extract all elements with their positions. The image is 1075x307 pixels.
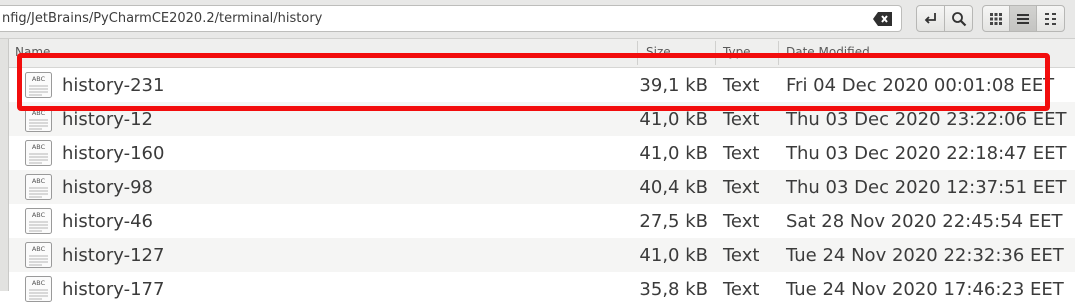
search-icon: [951, 11, 966, 26]
column-date-header[interactable]: Date Modified: [786, 45, 870, 61]
sidebar-edge: [0, 39, 9, 291]
file-date: Fri 04 Dec 2020 00:01:08 EET: [786, 75, 1055, 96]
text-file-icon: ABC: [24, 173, 53, 201]
location-bar[interactable]: nfig/JetBrains/PyCharmCE2020.2/terminal/…: [0, 5, 902, 32]
file-type: Text: [723, 279, 760, 300]
file-date: Thu 03 Dec 2020 23:22:06 EET: [786, 109, 1067, 130]
toolbar: nfig/JetBrains/PyCharmCE2020.2/terminal/…: [0, 0, 1075, 39]
column-divider: [778, 41, 779, 65]
file-name: history-98: [62, 177, 153, 198]
file-date: Tue 24 Nov 2020 22:32:36 EET: [786, 245, 1064, 266]
file-type: Text: [723, 109, 760, 130]
file-name: history-177: [62, 279, 165, 300]
file-size: 41,0 kB: [639, 109, 708, 130]
file-row[interactable]: ABC history-160 41,0 kB Text Thu 03 Dec 2020…: [9, 136, 1075, 170]
file-name: history-46: [62, 211, 153, 232]
file-type: Text: [723, 143, 760, 164]
column-type-header[interactable]: Type: [723, 45, 751, 61]
icon-label: ABC: [32, 245, 46, 253]
grid-icon: [990, 12, 1002, 25]
compact-view-button[interactable]: [1036, 5, 1065, 32]
icon-label: ABC: [32, 177, 46, 185]
column-divider: [715, 41, 716, 65]
toggle-location-button[interactable]: [916, 5, 945, 32]
text-file-icon: ABC: [24, 241, 53, 269]
location-icon: [924, 12, 936, 24]
text-file-icon: ABC: [24, 207, 53, 235]
file-row[interactable]: ABC history-177 35,8 kB Text Tue 24 Nov 2020…: [9, 272, 1075, 306]
file-size: 39,1 kB: [639, 75, 708, 96]
file-name: history-127: [62, 245, 165, 266]
column-name-header[interactable]: Name: [15, 45, 50, 61]
file-date: Thu 03 Dec 2020 12:37:51 EET: [786, 177, 1067, 198]
file-date: Thu 03 Dec 2020 22:18:47 EET: [786, 143, 1067, 164]
file-row[interactable]: ABC history-231 39,1 kB Text Fri 04 Dec 2020…: [9, 68, 1075, 102]
file-name: history-160: [62, 143, 165, 164]
file-name: history-231: [62, 75, 165, 96]
text-file-icon: ABC: [24, 275, 53, 303]
column-divider: [637, 41, 638, 65]
text-file-icon: ABC: [24, 105, 53, 133]
column-header: Name Size Type Date Modified: [9, 39, 1075, 68]
file-size: 40,4 kB: [639, 177, 708, 198]
file-name: history-12: [62, 109, 153, 130]
icon-label: ABC: [32, 75, 46, 83]
text-file-icon: ABC: [24, 71, 53, 99]
icon-label: ABC: [32, 279, 46, 287]
icon-label: ABC: [32, 143, 46, 151]
file-row[interactable]: ABC history-46 27,5 kB Text Sat 28 Nov 2020 …: [9, 204, 1075, 238]
file-row[interactable]: ABC history-12 41,0 kB Text Thu 03 Dec 2020 …: [9, 102, 1075, 136]
icon-label: ABC: [32, 211, 46, 219]
text-file-icon: ABC: [24, 139, 53, 167]
list-view-button[interactable]: [1009, 5, 1037, 32]
file-type: Text: [723, 211, 760, 232]
search-button[interactable]: [944, 5, 973, 32]
icon-view-button[interactable]: [982, 5, 1010, 32]
file-size: 27,5 kB: [639, 211, 708, 232]
location-path[interactable]: nfig/JetBrains/PyCharmCE2020.2/terminal/…: [2, 11, 322, 26]
file-row[interactable]: ABC history-127 41,0 kB Text Tue 24 Nov 2020…: [9, 238, 1075, 272]
file-date: Tue 24 Nov 2020 17:46:23 EET: [786, 279, 1064, 300]
compact-icon: [1044, 12, 1056, 25]
file-size: 41,0 kB: [639, 143, 708, 164]
file-type: Text: [723, 75, 760, 96]
icon-label: ABC: [32, 109, 46, 117]
file-type: Text: [723, 177, 760, 198]
file-size: 35,8 kB: [639, 279, 708, 300]
file-date: Sat 28 Nov 2020 22:45:54 EET: [786, 211, 1063, 232]
file-size: 41,0 kB: [639, 245, 708, 266]
file-row[interactable]: ABC history-98 40,4 kB Text Thu 03 Dec 2020 …: [9, 170, 1075, 204]
clear-location-icon[interactable]: [872, 10, 894, 28]
list-icon: [1017, 13, 1029, 24]
file-type: Text: [723, 245, 760, 266]
column-size-header[interactable]: Size: [646, 45, 671, 61]
